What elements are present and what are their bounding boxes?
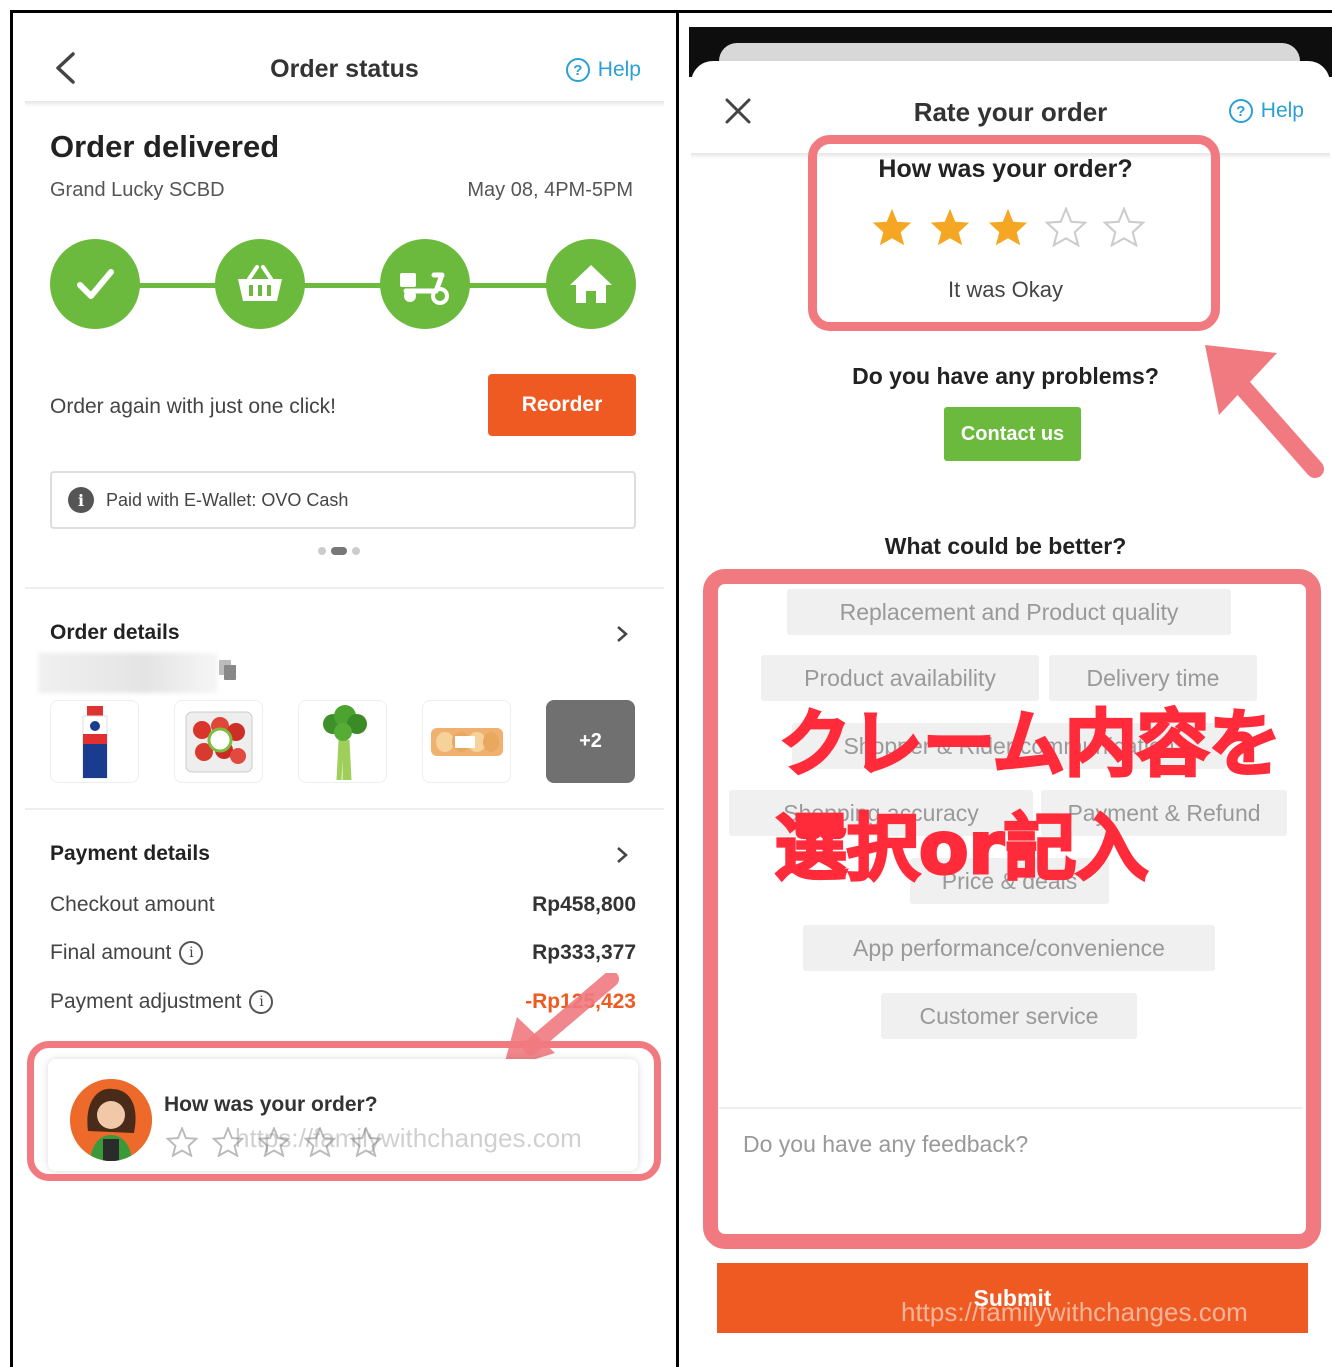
product-thumb-tomatoes[interactable] [174, 700, 263, 783]
delivery-slot: May 08, 4PM-5PM [467, 179, 633, 201]
help-link[interactable]: ? Help [565, 58, 641, 82]
product-thumbnails: +2 [50, 700, 635, 783]
annotation-arrow-icon [1205, 345, 1324, 478]
progress-tracker [50, 239, 636, 331]
section-divider [25, 587, 664, 589]
final-amount-label: Final amount [50, 941, 172, 964]
contact-us-button[interactable]: Contact us [944, 407, 1081, 461]
checkout-amount-row: Checkout amount Rp458,800 [50, 893, 636, 917]
annotation-highlight [27, 1041, 661, 1181]
annotation-highlight [808, 135, 1220, 331]
check-icon [50, 239, 140, 329]
more-products-badge[interactable]: +2 [546, 700, 635, 783]
problems-title: Do you have any problems? [852, 363, 1159, 389]
progress-line [90, 283, 596, 288]
help-label: Help [1260, 99, 1304, 122]
rate-order-screen: Rate your order ? Help How was your orde… [676, 10, 1332, 1367]
scooter-icon [380, 239, 470, 329]
order-details-title[interactable]: Order details [50, 621, 180, 645]
info-icon[interactable]: i [179, 941, 204, 966]
store-name: Grand Lucky SCBD [50, 179, 225, 201]
section-divider [25, 808, 664, 810]
payment-details-title[interactable]: Payment details [50, 842, 210, 866]
checkout-amount-value: Rp458,800 [532, 893, 636, 916]
help-link[interactable]: ? Help [1228, 99, 1304, 123]
header: Order status ? Help [13, 13, 676, 105]
watermark: https://familywithchanges.com [901, 1297, 1248, 1327]
final-amount-value: Rp333,377 [532, 941, 636, 965]
payment-adjustment-label: Payment adjustment [50, 990, 242, 1013]
help-label: Help [597, 58, 641, 81]
info-icon[interactable]: i [249, 990, 274, 1015]
chevron-right-icon[interactable] [616, 846, 628, 864]
carousel-dots [318, 547, 360, 555]
header-divider [25, 101, 664, 107]
product-thumb-celery[interactable] [298, 700, 387, 783]
product-thumb-eggs[interactable] [422, 700, 511, 783]
reorder-prompt: Order again with just one click! [50, 395, 336, 418]
order-status-screen: Order status ? Help Order delivered Gran… [10, 10, 679, 1367]
home-icon [546, 239, 636, 329]
chevron-right-icon[interactable] [616, 625, 628, 643]
payment-method-banner[interactable]: i Paid with E-Wallet: OVO Cash [50, 471, 636, 529]
payment-method-text: Paid with E-Wallet: OVO Cash [106, 489, 349, 510]
info-icon: i [68, 487, 94, 513]
help-icon: ? [1228, 99, 1253, 123]
reorder-button[interactable]: Reorder [488, 374, 636, 436]
annotation-highlight [703, 569, 1321, 1249]
copy-icon[interactable] [218, 659, 238, 681]
order-status-heading: Order delivered [50, 129, 280, 164]
order-id-blurred [38, 653, 218, 693]
help-icon: ? [565, 58, 590, 82]
checkout-amount-label: Checkout amount [50, 893, 215, 916]
final-amount-row: Final amount i Rp333,377 [50, 941, 636, 966]
improvement-title: What could be better? [884, 533, 1127, 559]
basket-icon [215, 239, 305, 329]
product-thumb-milk[interactable] [50, 700, 139, 783]
